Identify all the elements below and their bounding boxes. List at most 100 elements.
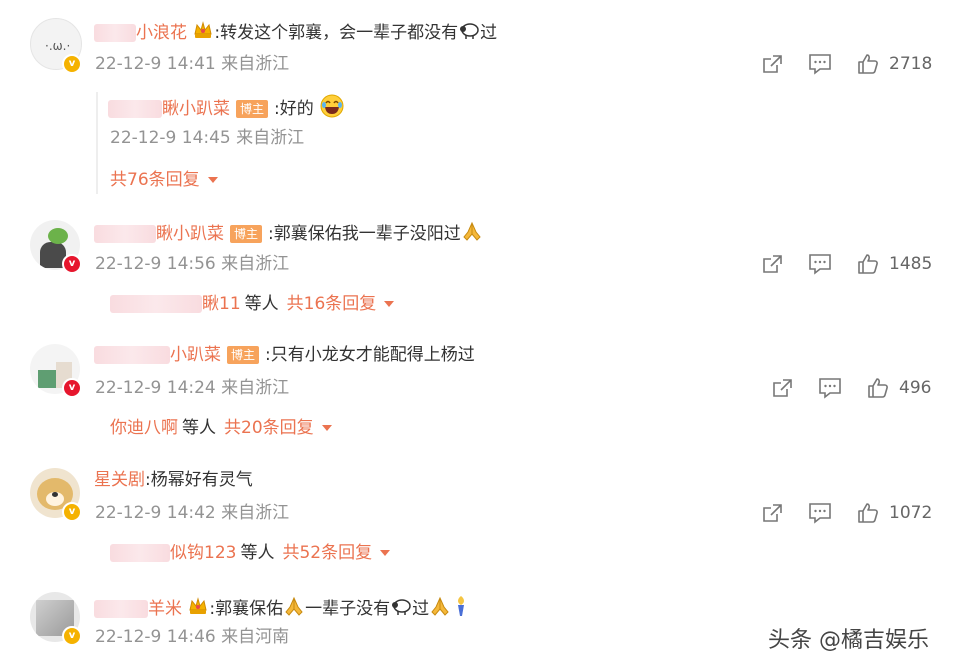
more-replies-link[interactable]: 共76条回复 xyxy=(110,169,218,191)
pray-icon xyxy=(429,595,451,623)
others-label: 等人 xyxy=(182,418,216,438)
share-icon xyxy=(763,255,782,273)
more-replies-text: 共52条回复 xyxy=(282,543,373,563)
sheep-icon xyxy=(390,596,412,622)
caret-down-icon xyxy=(384,301,395,307)
comment-text: :杨幂好有灵气 xyxy=(145,470,253,490)
username[interactable]: 小浪花 xyxy=(136,23,187,43)
comment-meta: 22-12-9 14:42 来自浙江 xyxy=(95,503,290,523)
comment-meta: 22-12-9 14:56 来自浙江 xyxy=(95,254,290,274)
reply-user[interactable]: 你迪八啊 xyxy=(110,418,178,438)
torch-icon xyxy=(451,594,471,624)
comment-button[interactable] xyxy=(808,502,832,524)
comment-icon xyxy=(819,378,841,399)
watermark: 头条 @橘吉娱乐 xyxy=(768,628,929,653)
avatar-detail xyxy=(48,228,68,244)
laugh-emoji-icon xyxy=(319,93,345,125)
share-icon xyxy=(773,379,792,397)
blurred-username xyxy=(110,544,170,562)
like-count: 1072 xyxy=(889,503,933,523)
like-icon xyxy=(858,254,878,274)
comment-text-tail: 过 xyxy=(480,23,498,43)
like-button[interactable]: 1485 xyxy=(857,253,932,275)
share-button[interactable] xyxy=(760,53,784,75)
more-replies-text: 共20条回复 xyxy=(224,418,314,438)
blurred-username xyxy=(94,600,148,618)
comment-text: :转发这个郭襄，会一辈子都没有 xyxy=(214,23,459,43)
comment-meta: 22-12-9 14:24 来自浙江 xyxy=(95,378,290,398)
verified-badge-icon: v xyxy=(62,254,82,274)
more-replies-link[interactable]: 瞅11 等人 共16条回复 xyxy=(110,293,395,315)
pray-icon xyxy=(461,220,483,248)
comment-text: :郭襄保佑我一辈子没阳过 xyxy=(268,224,461,244)
like-icon xyxy=(868,378,888,398)
like-icon xyxy=(858,54,878,74)
like-button[interactable]: 2718 xyxy=(857,53,932,75)
blurred-username xyxy=(110,295,202,313)
like-button[interactable]: 496 xyxy=(867,377,931,399)
author-tag: 博主 xyxy=(236,100,269,118)
reply-user[interactable]: 似钩123 xyxy=(170,543,236,563)
more-replies-link[interactable]: 似钩123 等人 共52条回复 xyxy=(110,542,391,564)
comment-meta: 22-12-9 14:46 来自河南 xyxy=(95,627,290,647)
comment-text: :郭襄保佑 xyxy=(209,599,284,619)
comment-line: 小浪花 :转发这个郭襄，会一辈子都没有 过 xyxy=(94,20,497,46)
share-icon xyxy=(763,504,782,522)
comment-button[interactable] xyxy=(808,253,832,275)
verified-badge-icon: v xyxy=(62,54,82,74)
more-replies-text: 共16条回复 xyxy=(286,294,377,314)
crown-icon xyxy=(192,20,214,46)
caret-down-icon xyxy=(380,550,391,556)
sub-reply-line: 瞅小趴菜 博主 :好的 xyxy=(108,93,345,125)
verified-badge-icon: v xyxy=(62,378,82,398)
comment-icon xyxy=(809,54,831,75)
author-tag: 博主 xyxy=(227,346,260,364)
username[interactable]: 瞅小趴菜 xyxy=(162,99,230,119)
comment-text: :只有小龙女才能配得上杨过 xyxy=(265,345,475,365)
blurred-username xyxy=(94,225,156,243)
avatar-detail xyxy=(38,370,56,388)
username[interactable]: 瞅小趴菜 xyxy=(156,224,224,244)
reply-thread-line xyxy=(96,92,98,194)
username[interactable]: 小趴菜 xyxy=(170,345,221,365)
blurred-username xyxy=(108,100,162,118)
comment-meta: 22-12-9 14:41 来自浙江 xyxy=(95,54,290,74)
comment-text-tail: 过 xyxy=(412,599,430,619)
comment-line: 星关剧:杨幂好有灵气 xyxy=(94,469,253,491)
comment-button[interactable] xyxy=(808,53,832,75)
blurred-username xyxy=(94,346,170,364)
more-replies-text: 共76条回复 xyxy=(110,170,200,190)
share-button[interactable] xyxy=(760,502,784,524)
share-button[interactable] xyxy=(760,253,784,275)
share-button[interactable] xyxy=(770,377,794,399)
others-label: 等人 xyxy=(240,543,275,563)
like-button[interactable]: 1072 xyxy=(857,502,932,524)
reply-text: :好的 xyxy=(274,99,314,119)
like-count: 496 xyxy=(899,378,932,398)
share-icon xyxy=(763,55,782,73)
comment-text-mid: 一辈子没有 xyxy=(305,599,391,619)
comment-button[interactable] xyxy=(818,377,842,399)
verified-badge-icon: v xyxy=(62,626,82,646)
caret-down-icon xyxy=(321,425,332,431)
blurred-username xyxy=(94,24,136,42)
caret-down-icon xyxy=(207,177,218,183)
like-icon xyxy=(858,503,878,523)
comment-icon xyxy=(809,503,831,524)
avatar-dog-nose xyxy=(52,492,58,497)
comment-line: 羊米 :郭襄保佑 一辈子没有 过 xyxy=(94,594,471,624)
comment-line: 小趴菜 博主 :只有小龙女才能配得上杨过 xyxy=(94,344,475,366)
like-count: 2718 xyxy=(889,54,933,74)
avatar-doodle: ·.ω.· xyxy=(45,39,71,53)
username[interactable]: 羊米 xyxy=(148,599,182,619)
crown-icon xyxy=(187,596,209,622)
comment-icon xyxy=(809,254,831,275)
verified-badge-icon: v xyxy=(62,502,82,522)
others-label: 等人 xyxy=(244,294,279,314)
reply-user[interactable]: 瞅11 xyxy=(202,294,241,314)
comment-line: 瞅小趴菜 博主 :郭襄保佑我一辈子没阳过 xyxy=(94,220,483,248)
username[interactable]: 星关剧 xyxy=(94,470,145,490)
author-tag: 博主 xyxy=(230,225,263,243)
more-replies-link[interactable]: 你迪八啊 等人 共20条回复 xyxy=(110,417,332,439)
pray-icon xyxy=(283,595,305,623)
